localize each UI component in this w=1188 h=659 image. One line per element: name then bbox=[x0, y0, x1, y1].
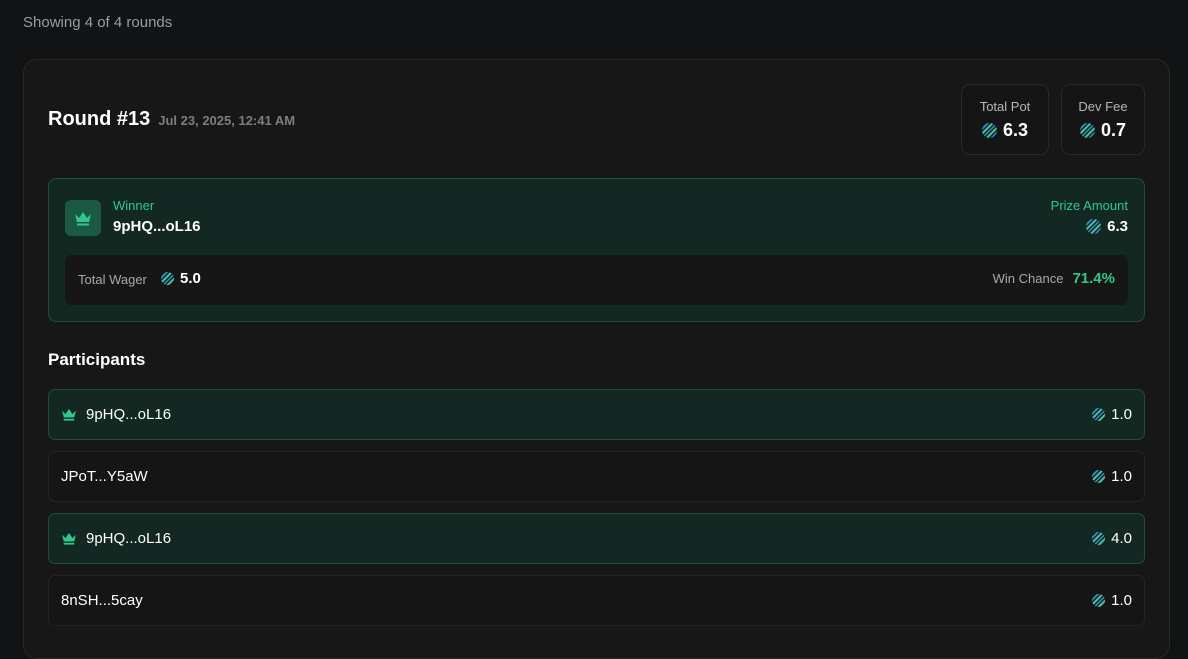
dev-fee-value-wrap: 0.7 bbox=[1079, 119, 1127, 141]
winner-panel: Winner 9pHQ...oL16 Prize Amount 6.3 Tota… bbox=[48, 178, 1145, 322]
participant-left: JPoT...Y5aW bbox=[61, 468, 148, 485]
winner-crown-badge bbox=[65, 200, 101, 236]
dev-fee-box: Dev Fee 0.7 bbox=[1061, 84, 1145, 155]
prize-amount-label: Prize Amount bbox=[1050, 198, 1128, 213]
participant-amount: 1.0 bbox=[1111, 592, 1132, 609]
token-icon bbox=[1092, 408, 1106, 421]
total-pot-label: Total Pot bbox=[979, 98, 1031, 114]
crown-icon bbox=[62, 408, 76, 421]
total-pot-value-wrap: 6.3 bbox=[981, 119, 1029, 141]
participant-left: 9pHQ...oL16 bbox=[61, 530, 171, 547]
total-wager-wrap: 5.0 bbox=[161, 270, 201, 287]
participant-row[interactable]: 8nSH...5cay 1.0 bbox=[48, 575, 1145, 626]
participant-amount: 1.0 bbox=[1111, 468, 1132, 485]
rounds-count-text: Showing 4 of 4 rounds bbox=[23, 14, 173, 31]
total-wager-label: Total Wager bbox=[78, 272, 147, 287]
dev-fee-label: Dev Fee bbox=[1078, 98, 1128, 114]
win-chance-label: Win Chance bbox=[992, 271, 1064, 286]
participant-amount-wrap: 1.0 bbox=[1092, 468, 1132, 485]
total-wager-value: 5.0 bbox=[180, 270, 201, 287]
participant-amount: 4.0 bbox=[1111, 530, 1132, 547]
prize-amount-wrap: 6.3 bbox=[1086, 218, 1128, 235]
round-title: Round #13 bbox=[48, 108, 151, 130]
participant-left: 8nSH...5cay bbox=[61, 592, 143, 609]
wager-stats-row: Total Wager 5.0 Win Chance 71.4% bbox=[65, 255, 1128, 305]
participant-address: 9pHQ...oL16 bbox=[86, 406, 172, 423]
round-header: Round #13 Jul 23, 2025, 12:41 AM bbox=[48, 108, 295, 131]
win-chance-wrap: Win Chance 71.4% bbox=[993, 270, 1115, 287]
crown-icon bbox=[75, 211, 91, 225]
participant-address: 9pHQ...oL16 bbox=[86, 530, 172, 547]
token-icon bbox=[1092, 532, 1106, 545]
token-icon bbox=[1092, 470, 1106, 483]
winner-label: Winner bbox=[113, 198, 155, 213]
token-icon bbox=[981, 122, 997, 138]
token-icon bbox=[1079, 122, 1095, 138]
participants-list: 9pHQ...oL16 1.0 JPoT...Y5aW 1.0 9pHQ...o… bbox=[48, 389, 1145, 637]
participant-row[interactable]: JPoT...Y5aW 1.0 bbox=[48, 451, 1145, 502]
participants-title: Participants bbox=[48, 350, 146, 369]
prize-amount-value: 6.3 bbox=[1107, 218, 1128, 235]
round-card: Round #13 Jul 23, 2025, 12:41 AM Total P… bbox=[23, 59, 1170, 659]
participant-amount-wrap: 4.0 bbox=[1092, 530, 1132, 547]
dev-fee-value: 0.7 bbox=[1100, 119, 1127, 140]
token-icon bbox=[161, 272, 174, 285]
participant-row[interactable]: 9pHQ...oL16 1.0 bbox=[48, 389, 1145, 440]
win-chance-value: 71.4% bbox=[1072, 270, 1115, 287]
crown-icon bbox=[62, 532, 76, 545]
total-pot-box: Total Pot 6.3 bbox=[961, 84, 1049, 155]
participant-address: JPoT...Y5aW bbox=[61, 468, 148, 485]
token-icon bbox=[1092, 594, 1106, 607]
winner-address[interactable]: 9pHQ...oL16 bbox=[113, 218, 201, 235]
participant-left: 9pHQ...oL16 bbox=[61, 406, 171, 423]
participant-amount-wrap: 1.0 bbox=[1092, 592, 1132, 609]
participant-address: 8nSH...5cay bbox=[61, 592, 143, 609]
participant-row[interactable]: 9pHQ...oL16 4.0 bbox=[48, 513, 1145, 564]
participant-amount-wrap: 1.0 bbox=[1092, 406, 1132, 423]
total-pot-value: 6.3 bbox=[1002, 119, 1029, 140]
round-date: Jul 23, 2025, 12:41 AM bbox=[158, 113, 296, 128]
token-icon bbox=[1086, 219, 1102, 234]
participant-amount: 1.0 bbox=[1111, 406, 1132, 423]
